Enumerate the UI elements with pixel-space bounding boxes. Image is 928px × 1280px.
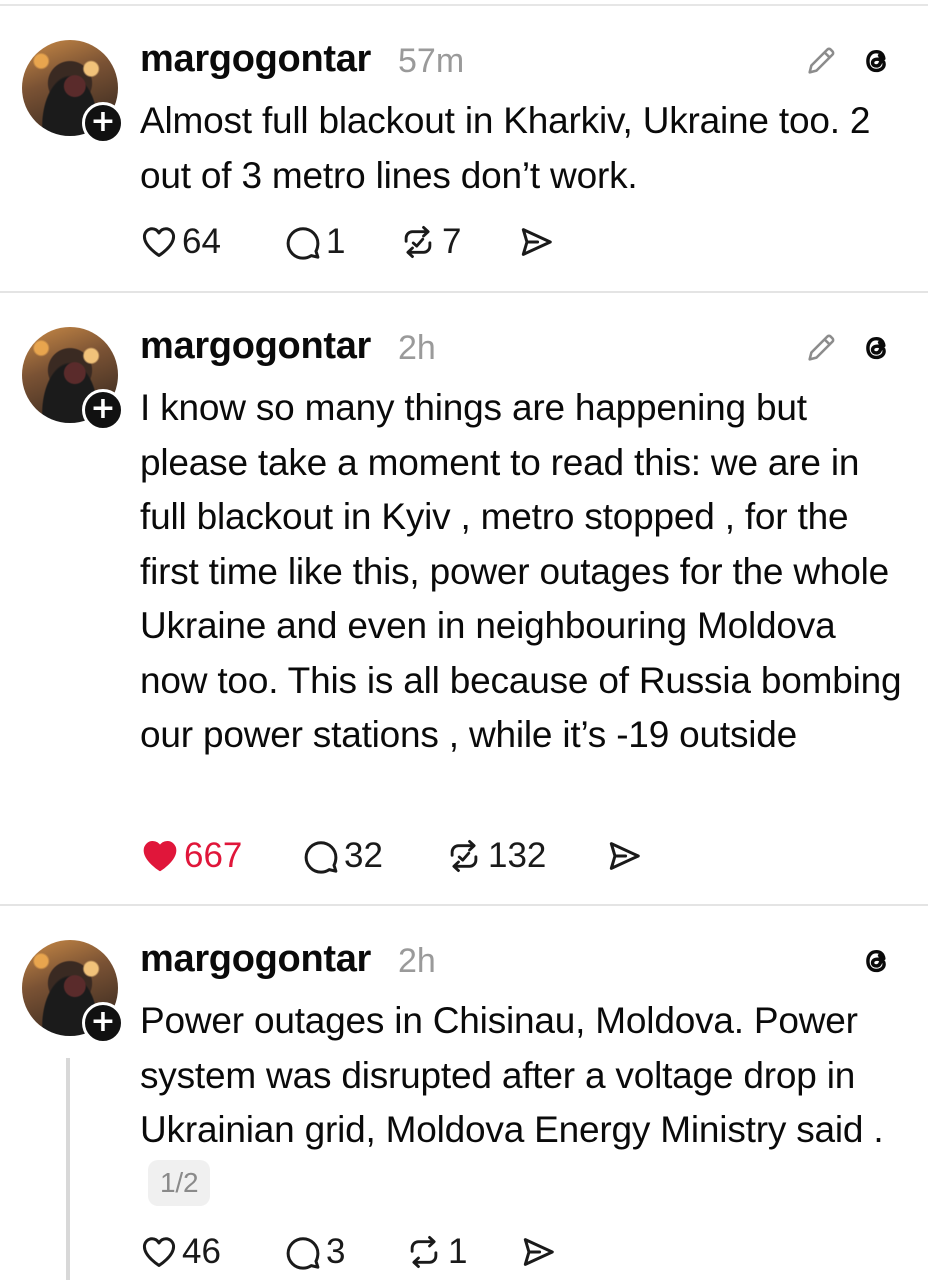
follow-plus-icon[interactable]: + [82, 1002, 124, 1044]
post-text-container: Power outages in Chisinau, Moldova. Powe… [140, 994, 910, 1212]
reply-button[interactable]: 3 [284, 1228, 345, 1276]
heart-icon [142, 227, 176, 257]
speech-bubble-icon [286, 1237, 320, 1270]
reply-count: 3 [326, 1232, 346, 1271]
post-time: 2h [398, 942, 436, 980]
post-text: Almost full blackout in Kharkiv, Ukraine… [140, 100, 871, 196]
pencil-icon[interactable] [804, 331, 838, 365]
repost-icon [404, 226, 432, 258]
post-time: 2h [398, 329, 436, 367]
reply-count: 1 [326, 222, 346, 261]
post-divider [0, 291, 928, 293]
heart-icon [142, 1237, 176, 1267]
repost-icon [450, 840, 478, 872]
post-actions: 64 1 7 [140, 218, 600, 266]
speech-bubble-icon [304, 841, 338, 874]
threads-logo-icon[interactable] [858, 43, 894, 79]
username[interactable]: margogontar [140, 938, 371, 981]
thread-line [66, 1058, 70, 1280]
send-icon [521, 228, 552, 256]
reply-button[interactable]: 1 [284, 218, 345, 266]
share-button[interactable] [604, 832, 644, 880]
like-button[interactable]: 64 [140, 218, 221, 266]
share-button[interactable] [518, 1228, 558, 1276]
threads-feed: + margogontar 57m Almost full blackout i… [0, 0, 928, 1280]
post-actions: 46 3 1 [140, 1228, 600, 1276]
like-count: 64 [182, 222, 221, 261]
post-divider [0, 904, 928, 906]
repost-button[interactable]: 7 [398, 218, 461, 266]
like-button[interactable]: 46 [140, 1228, 221, 1276]
post-time: 57m [398, 42, 465, 80]
repost-button[interactable]: 132 [444, 832, 546, 880]
top-divider [0, 4, 928, 6]
repost-button[interactable]: 1 [404, 1228, 467, 1276]
threads-logo-icon[interactable] [858, 943, 894, 979]
threads-logo-icon[interactable] [858, 330, 894, 366]
like-count: 46 [182, 1232, 221, 1271]
like-count: 667 [184, 836, 243, 875]
heart-icon [143, 841, 177, 872]
reply-button[interactable]: 32 [302, 832, 383, 880]
follow-plus-icon[interactable]: + [82, 102, 124, 144]
pencil-icon[interactable] [804, 44, 838, 78]
speech-bubble-icon [286, 227, 320, 260]
like-button[interactable]: 667 [140, 832, 242, 880]
repost-count: 7 [442, 222, 462, 261]
page-indicator-badge: 1/2 [148, 1159, 211, 1206]
reply-count: 32 [344, 836, 383, 875]
username[interactable]: margogontar [140, 38, 371, 81]
username[interactable]: margogontar [140, 325, 371, 368]
post-text: I know so many things are happening but … [140, 387, 902, 755]
send-icon [609, 842, 640, 870]
post-text: Power outages in Chisinau, Moldova. Powe… [140, 1000, 884, 1150]
send-icon [523, 1238, 554, 1266]
post-actions: 667 32 132 [140, 832, 660, 880]
follow-plus-icon[interactable]: + [82, 389, 124, 431]
repost-icon [410, 1236, 438, 1268]
repost-count: 1 [448, 1232, 468, 1271]
share-button[interactable] [516, 218, 556, 266]
repost-count: 132 [488, 836, 547, 875]
